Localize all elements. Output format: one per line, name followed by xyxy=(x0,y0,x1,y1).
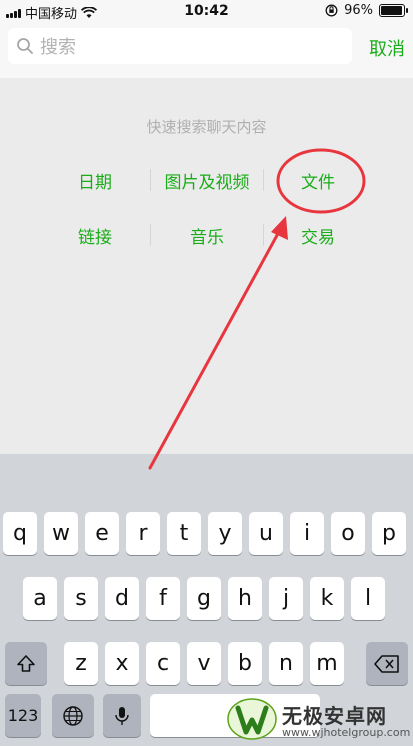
key-n[interactable]: n xyxy=(269,642,303,685)
key-s[interactable]: s xyxy=(64,577,98,620)
quick-search-panel: 快速搜索聊天内容 日期 图片及视频 文件 链接 音乐 交易 xyxy=(0,78,413,454)
shift-key[interactable] xyxy=(5,642,47,685)
category-images-videos[interactable]: 图片及视频 xyxy=(152,168,262,193)
battery-percentage: 96% xyxy=(344,3,373,18)
category-links[interactable]: 链接 xyxy=(58,223,132,248)
key-o[interactable]: o xyxy=(331,512,365,555)
key-w[interactable]: w xyxy=(44,512,78,555)
watermark-url: www.wjhotelgroup.com xyxy=(282,726,411,739)
key-q[interactable]: q xyxy=(3,512,37,555)
key-x[interactable]: x xyxy=(105,642,139,685)
search-icon xyxy=(17,38,33,54)
dictation-key[interactable] xyxy=(103,694,141,737)
key-j[interactable]: j xyxy=(269,577,303,620)
category-transactions[interactable]: 交易 xyxy=(281,223,355,248)
delete-key[interactable] xyxy=(366,642,408,685)
key-u[interactable]: u xyxy=(249,512,283,555)
key-m[interactable]: m xyxy=(310,642,344,685)
category-divider xyxy=(263,169,264,191)
watermark-logo-icon xyxy=(227,698,277,740)
key-h[interactable]: h xyxy=(228,577,262,620)
cancel-button[interactable]: 取消 xyxy=(369,35,405,61)
key-b[interactable]: b xyxy=(228,642,262,685)
key-p[interactable]: p xyxy=(372,512,406,555)
globe-icon xyxy=(63,705,83,726)
search-header: 取消 xyxy=(0,22,413,78)
battery-icon xyxy=(379,4,408,17)
quick-search-title: 快速搜索聊天内容 xyxy=(146,118,267,136)
watermark: 无极安卓网 www.wjhotelgroup.com xyxy=(224,694,413,746)
key-d[interactable]: d xyxy=(105,577,139,620)
category-date[interactable]: 日期 xyxy=(58,168,132,193)
shift-icon xyxy=(17,654,35,672)
category-divider xyxy=(263,224,264,246)
key-r[interactable]: r xyxy=(126,512,160,555)
search-box[interactable] xyxy=(8,28,352,66)
key-c[interactable]: c xyxy=(146,642,180,685)
key-i[interactable]: i xyxy=(290,512,324,555)
watermark-name: 无极安卓网 xyxy=(282,704,387,728)
key-t[interactable]: t xyxy=(167,512,201,555)
microphone-icon xyxy=(115,706,129,725)
backspace-icon xyxy=(374,654,399,673)
key-z[interactable]: z xyxy=(64,642,98,685)
numbers-key[interactable]: 123 xyxy=(5,694,41,737)
category-divider xyxy=(150,169,151,191)
category-music[interactable]: 音乐 xyxy=(152,223,262,248)
key-l[interactable]: l xyxy=(351,577,385,620)
key-f[interactable]: f xyxy=(146,577,180,620)
category-divider xyxy=(150,224,151,246)
key-y[interactable]: y xyxy=(208,512,242,555)
key-g[interactable]: g xyxy=(187,577,221,620)
search-input[interactable] xyxy=(38,28,348,66)
category-files[interactable]: 文件 xyxy=(281,168,355,193)
status-bar: 中国移动 10:42 96% xyxy=(0,0,413,22)
key-a[interactable]: a xyxy=(23,577,57,620)
key-k[interactable]: k xyxy=(310,577,344,620)
key-e[interactable]: e xyxy=(85,512,119,555)
key-v[interactable]: v xyxy=(187,642,221,685)
globe-key[interactable] xyxy=(52,694,94,737)
rotation-lock-icon xyxy=(325,4,338,17)
